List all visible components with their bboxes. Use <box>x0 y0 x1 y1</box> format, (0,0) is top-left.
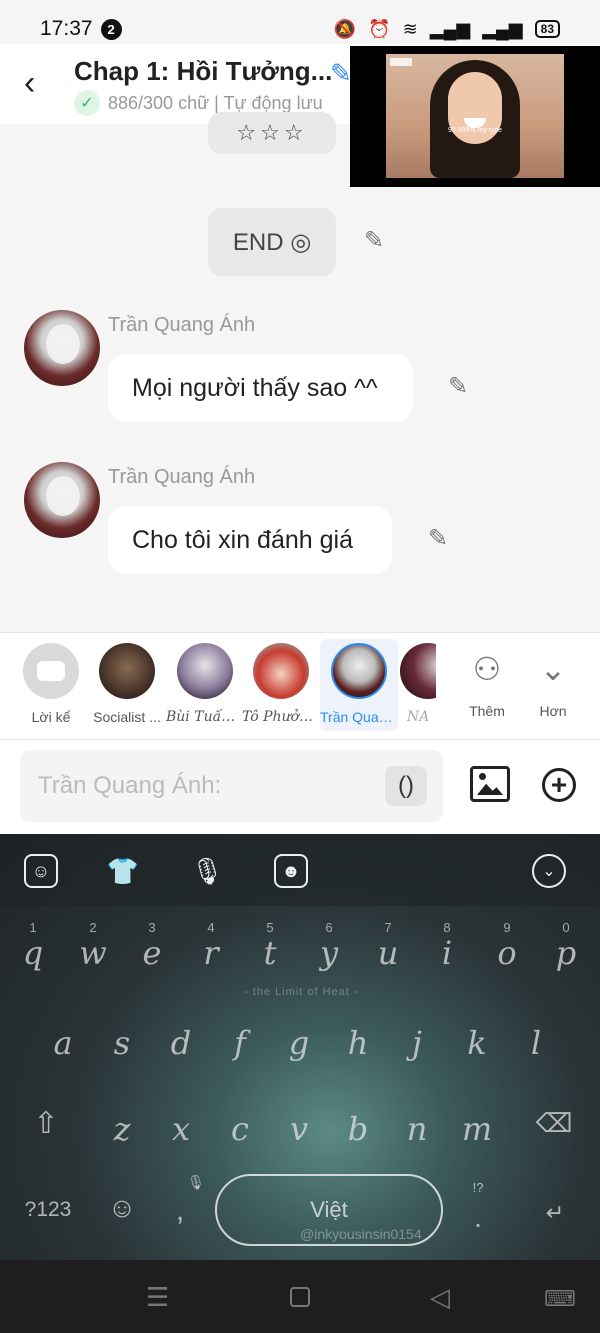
key-j[interactable]: j <box>392 1010 442 1070</box>
message-input[interactable] <box>38 768 368 804</box>
narrator-icon <box>23 643 79 699</box>
mute-icon: 🔕 <box>333 18 357 39</box>
key-h[interactable]: h <box>333 1010 383 1070</box>
message-author: Trần Quang Ánh <box>108 466 256 488</box>
key-f[interactable]: f <box>215 1010 265 1070</box>
avatar[interactable] <box>24 462 100 538</box>
battery-icon: 83 <box>534 20 560 38</box>
key-u[interactable]: 7u <box>363 920 413 980</box>
key-l[interactable]: l <box>511 1010 561 1070</box>
message-bubble[interactable]: Cho tôi xin đánh giá <box>108 506 392 574</box>
period-key[interactable]: . <box>466 1202 490 1233</box>
video-caption: 99.999% my type <box>447 127 503 134</box>
shift-icon[interactable]: ⇧ <box>26 1106 66 1146</box>
character-to-phuong[interactable]: Tô Phưởng... <box>242 639 320 725</box>
key-w[interactable]: 2w <box>68 920 118 980</box>
expand-button[interactable]: ⌄ Hơn <box>514 639 592 719</box>
key-v[interactable]: v <box>274 1096 324 1156</box>
key-t[interactable]: 5t <box>245 920 295 980</box>
key-b[interactable]: b <box>333 1096 383 1156</box>
avatar <box>99 643 155 699</box>
key-z[interactable]: z <box>97 1096 147 1156</box>
key-e[interactable]: 3e <box>127 920 177 980</box>
wifi-icon: ≋ <box>402 18 418 39</box>
avatar <box>177 643 233 699</box>
key-m[interactable]: m <box>452 1096 502 1156</box>
character-na[interactable]: NA <box>400 639 436 725</box>
check-icon: ✓ <box>74 90 100 116</box>
signal-icon: ▂▄▆ <box>482 18 523 39</box>
key-g[interactable]: g <box>274 1010 324 1070</box>
emoji-key-icon[interactable]: ☺ <box>104 1192 140 1228</box>
add-icon[interactable]: + <box>542 768 576 802</box>
alarm-icon: ⏰ <box>368 18 391 39</box>
symbols-key[interactable]: ?123 <box>18 1198 78 1228</box>
word-count-label: 886/300 chữ | Tự động lưu <box>108 92 323 113</box>
key-p[interactable]: 0p <box>541 920 591 980</box>
message-author: Trần Quang Ánh <box>108 314 256 336</box>
enter-icon[interactable]: ↵ <box>540 1200 570 1230</box>
character-selector: Lời kể Socialist ... Bùi Tuấn ... Tô Phư… <box>0 632 600 740</box>
composer: () + <box>0 740 600 834</box>
period-hint: !? <box>472 1180 484 1195</box>
status-icons: 🔕 ⏰ ≋ ▂▄▆ ▂▄▆ 83 <box>334 19 560 40</box>
end-bubble[interactable]: END ◎ <box>208 208 336 276</box>
character-socialist[interactable]: Socialist ... <box>88 639 166 725</box>
keyboard-theme-text: - the Limit of Heat - <box>244 986 359 998</box>
watermark-text: @inkyousinsin0154 <box>300 1226 422 1242</box>
menu-icon[interactable]: ☰ <box>146 1282 169 1313</box>
image-icon[interactable] <box>470 766 510 802</box>
system-nav-bar: ☰ ◁ ⌨ <box>0 1260 600 1333</box>
status-time: 17:37 <box>40 17 93 40</box>
edit-icon[interactable]: ✎ <box>364 226 384 255</box>
character-narrator[interactable]: Lời kể <box>12 639 90 725</box>
collapse-keyboard-icon[interactable]: ⌄ <box>532 854 566 888</box>
microphone-icon[interactable]: 🎙 <box>190 854 224 888</box>
emoji-icon[interactable]: ☻ <box>274 854 308 888</box>
chapter-title[interactable]: Chap 1: Hồi Tưởng... <box>74 56 332 87</box>
theme-shirt-icon[interactable]: 👕 <box>106 854 140 888</box>
key-s[interactable]: s <box>97 1010 147 1070</box>
edit-icon[interactable]: ✎ <box>448 372 468 401</box>
keyboard-toolbar: ☺ 👕 🎙 ☻ ⌄ <box>0 834 600 906</box>
avatar[interactable] <box>24 310 100 386</box>
key-q[interactable]: 1q <box>8 920 58 980</box>
chevron-down-icon: ⌄ <box>539 651 567 687</box>
video-overlay[interactable]: 99.999% my type <box>350 46 600 187</box>
home-icon[interactable] <box>290 1287 310 1307</box>
avatar <box>400 643 436 699</box>
comma-key[interactable]: , <box>168 1194 192 1234</box>
key-i[interactable]: 8i <box>422 920 472 980</box>
keyboard-icon[interactable]: ⌨ <box>544 1286 576 1312</box>
edit-icon[interactable]: ✎ <box>428 524 448 553</box>
character-tran-quang[interactable]: Trần Quan... <box>320 639 398 731</box>
key-a[interactable]: a <box>38 1010 88 1070</box>
stars-bubble: ☆☆☆ <box>208 112 336 154</box>
edit-title-icon[interactable]: ✎ <box>330 58 352 89</box>
back-nav-icon[interactable]: ◁ <box>430 1282 450 1313</box>
avatar <box>253 643 309 699</box>
video-logo <box>390 58 412 66</box>
key-d[interactable]: d <box>156 1010 206 1070</box>
message-bubble[interactable]: Mọi người thấy sao ^^ <box>108 354 413 422</box>
key-n[interactable]: n <box>392 1096 442 1156</box>
key-y[interactable]: 6y <box>304 920 354 980</box>
character-bui-tuan[interactable]: Bùi Tuấn ... <box>166 639 244 725</box>
soft-keyboard: ☺ 👕 🎙 ☻ ⌄ - the Limit of Heat - 1q 2w 3e… <box>0 834 600 1260</box>
backspace-icon[interactable]: ⌫ <box>534 1108 574 1142</box>
back-icon[interactable]: ‹ <box>24 66 35 100</box>
parenthesis-button[interactable]: () <box>385 766 427 806</box>
sticker-icon[interactable]: ☺ <box>24 854 58 888</box>
key-c[interactable]: c <box>215 1096 265 1156</box>
key-x[interactable]: x <box>156 1096 206 1156</box>
video-frame: 99.999% my type <box>386 54 564 178</box>
avatar <box>331 643 387 699</box>
mic-hint-icon: 🎙 <box>187 1174 205 1190</box>
key-r[interactable]: 4r <box>186 920 236 980</box>
message-input-box[interactable]: () <box>20 750 443 822</box>
signal-icon: ▂▄▆ <box>429 18 471 39</box>
notification-count-badge: 2 <box>100 18 122 40</box>
key-o[interactable]: 9o <box>482 920 532 980</box>
key-k[interactable]: k <box>452 1010 502 1070</box>
